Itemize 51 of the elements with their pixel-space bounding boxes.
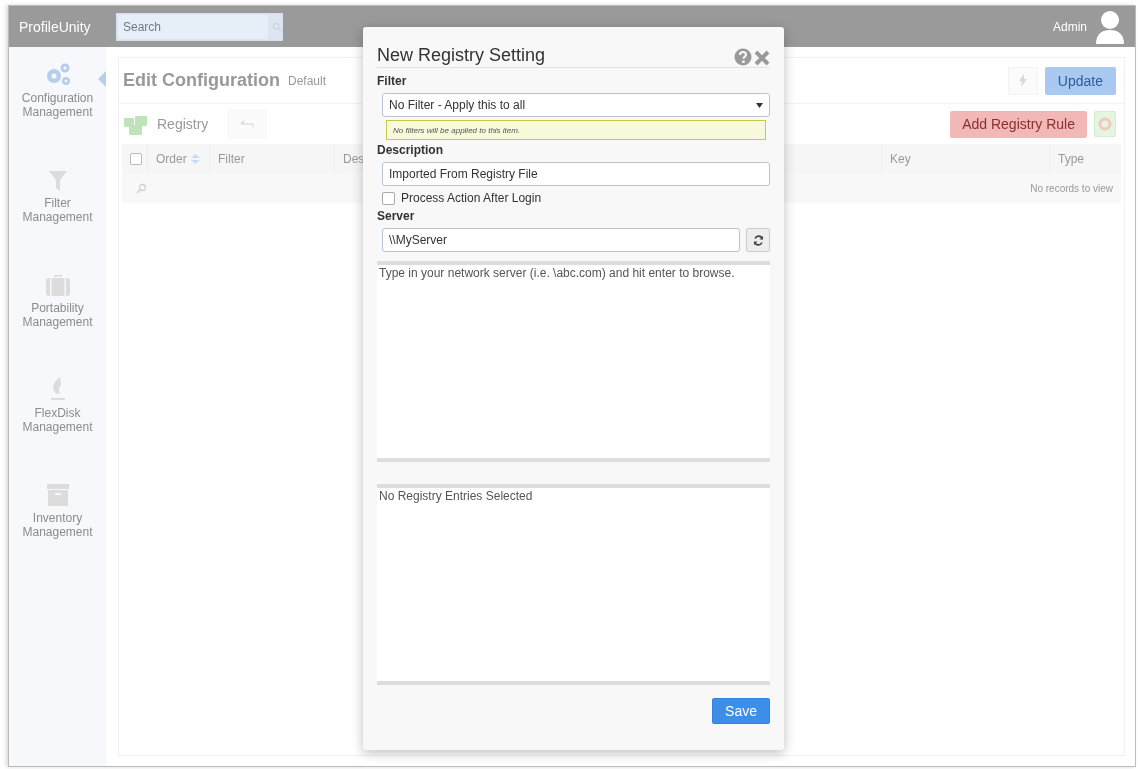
empty-message: No records to view (1030, 182, 1113, 194)
app-logo[interactable]: ProfileUnity (19, 18, 116, 35)
pointer-icon (98, 71, 106, 87)
sort-icon[interactable] (190, 153, 200, 164)
archive-icon (45, 483, 70, 507)
back-button[interactable] (228, 110, 267, 138)
browse-hint: Type in your network server (i.e. \abc.com) and hit enter to browse. (379, 266, 735, 280)
funnel-icon (47, 170, 68, 192)
sidebar-item[interactable]: Filter Management (9, 162, 106, 267)
page-subtitle: Default (288, 73, 326, 88)
checkbox[interactable] (382, 191, 395, 205)
column-header[interactable]: Type (1058, 151, 1084, 166)
sidebar-item[interactable]: FlexDisk Management (9, 372, 106, 477)
section-title: Registry (157, 116, 209, 132)
user-name[interactable]: Admin (1053, 19, 1087, 34)
sidebar-item[interactable]: Portability Management (9, 267, 106, 372)
lifebuoy-icon (1098, 117, 1112, 131)
column-header[interactable]: Order (156, 151, 200, 166)
caret-icon (756, 102, 763, 108)
help-button[interactable] (1094, 111, 1116, 137)
checkbox-label[interactable]: Process Action After Login (401, 191, 542, 205)
suitcase-icon (44, 273, 71, 297)
dialog-title: New Registry Setting (377, 45, 547, 66)
filter-dropdown[interactable]: No Filter - Apply this to all (382, 93, 770, 117)
column-header[interactable]: Key (890, 151, 911, 166)
close-icon[interactable] (754, 50, 770, 66)
column-header[interactable]: Filter (218, 151, 245, 166)
select-all-checkbox[interactable] (130, 152, 142, 165)
refresh-button[interactable] (746, 228, 770, 252)
page-title: Edit Configuration (123, 70, 280, 91)
search-field[interactable]: Search (116, 12, 283, 41)
avatar-icon[interactable] (1095, 9, 1125, 44)
description-field[interactable]: Imported From Registry File (382, 162, 770, 186)
lightning-button[interactable] (1007, 66, 1038, 95)
lightning-icon (1018, 74, 1027, 87)
refresh-icon (752, 234, 764, 246)
left-arrow-icon (240, 120, 255, 128)
help-icon[interactable] (734, 48, 752, 66)
sidebar-item[interactable]: Configuration Management (9, 57, 106, 162)
search-icon[interactable] (136, 182, 147, 194)
add-registry-rule-button[interactable]: Add Registry Rule (950, 110, 1087, 138)
field-label: Filter (377, 74, 408, 88)
update-button[interactable]: Update (1044, 66, 1116, 95)
field-label: Description (377, 143, 444, 157)
field-label: Server (377, 209, 416, 223)
filter-hint: No filters will be applied to this item. (386, 120, 766, 140)
column-header[interactable]: Des (343, 151, 365, 166)
save-button[interactable]: Save (712, 698, 770, 724)
empty-message: No Registry Entries Selected (379, 489, 533, 503)
server-field[interactable]: \\MyServer (382, 228, 740, 252)
sidebar-item[interactable]: Inventory Management (9, 477, 106, 582)
